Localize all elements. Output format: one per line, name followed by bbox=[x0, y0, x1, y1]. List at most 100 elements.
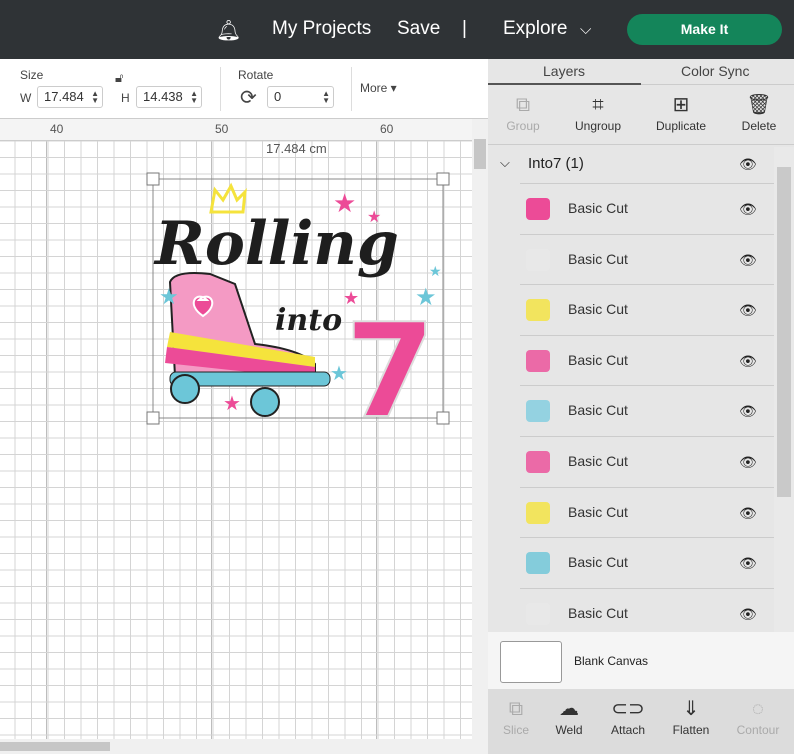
ungroup-button[interactable]: ⌗Ungroup bbox=[563, 91, 633, 133]
tab-layers[interactable]: Layers bbox=[543, 63, 585, 79]
contour-button[interactable]: ◌Contour bbox=[723, 695, 793, 737]
eye-icon[interactable]: 👁︎ bbox=[739, 606, 757, 623]
ungroup-label: Ungroup bbox=[575, 119, 621, 133]
layer-row[interactable]: Basic Cut👁︎ bbox=[520, 436, 774, 487]
eye-icon[interactable]: 👁︎ bbox=[739, 353, 757, 370]
eye-icon[interactable]: 👁︎ bbox=[739, 252, 757, 269]
flatten-label: Flatten bbox=[673, 723, 710, 737]
eye-icon[interactable]: 👁︎ bbox=[739, 403, 757, 420]
save-button[interactable]: Save bbox=[397, 18, 440, 40]
attach-button[interactable]: ⊂⊃Attach bbox=[593, 695, 663, 737]
eye-icon[interactable]: 👁︎ bbox=[739, 302, 757, 319]
my-projects-link[interactable]: My Projects bbox=[272, 18, 371, 40]
lock-icon[interactable]: 🔓︎ bbox=[115, 70, 123, 86]
flatten-button[interactable]: ⇓Flatten bbox=[656, 695, 726, 737]
width-value: 17.484 bbox=[44, 89, 84, 104]
svg-text:★: ★ bbox=[415, 284, 437, 311]
chevron-down-icon[interactable]: ⌵ bbox=[500, 155, 510, 171]
spinner-icon[interactable]: ▲▼ bbox=[322, 90, 330, 104]
duplicate-button[interactable]: ⊞Duplicate bbox=[646, 91, 716, 133]
divider: | bbox=[462, 18, 467, 40]
layer-row[interactable]: Basic Cut 👁︎ bbox=[520, 588, 774, 639]
width-input[interactable]: 17.484 ▲▼ bbox=[37, 86, 103, 108]
ungroup-icon: ⌗ bbox=[563, 91, 633, 119]
group-label: Group bbox=[506, 119, 539, 133]
layer-row[interactable]: Basic Cut👁︎ bbox=[520, 284, 774, 335]
blank-canvas-row[interactable]: Blank Canvas bbox=[488, 632, 794, 689]
contour-icon: ◌ bbox=[723, 695, 793, 723]
rotate-icon[interactable]: ⟳ bbox=[240, 85, 257, 110]
rotate-input[interactable]: 0▲▼ bbox=[267, 86, 334, 108]
group-button[interactable]: ⧉Group bbox=[488, 91, 558, 133]
seven-text: 7 bbox=[345, 295, 435, 426]
size-label: Size bbox=[20, 68, 43, 82]
eye-icon[interactable]: 👁︎ bbox=[739, 505, 757, 522]
layer-row[interactable]: Basic Cut👁︎ bbox=[520, 537, 774, 588]
skate-wheel bbox=[251, 388, 279, 416]
design-artwork[interactable]: Rolling into 7 ★★★★ ★★★★ bbox=[145, 172, 451, 426]
layer-name: Basic Cut bbox=[568, 605, 628, 621]
svg-text:★: ★ bbox=[333, 188, 356, 218]
layer-thumbnail bbox=[520, 190, 556, 228]
eye-icon[interactable]: 👁︎ bbox=[739, 555, 757, 572]
explore-menu[interactable]: Explore bbox=[503, 18, 567, 40]
layer-row[interactable]: Basic Cut 👁︎ bbox=[520, 487, 774, 538]
bell-icon[interactable]: 🔔︎ bbox=[216, 18, 241, 43]
chevron-down-icon[interactable]: ⌵ bbox=[580, 21, 591, 38]
svg-text:★: ★ bbox=[159, 284, 179, 309]
layer-thumbnail bbox=[520, 595, 556, 633]
attach-label: Attach bbox=[611, 723, 645, 737]
resize-handle[interactable] bbox=[437, 173, 449, 185]
layer-row[interactable]: Basic Cut👁︎ bbox=[520, 385, 774, 436]
resize-handle[interactable] bbox=[147, 412, 159, 424]
delete-button[interactable]: 🗑︎Delete bbox=[724, 91, 794, 133]
layer-thumbnail bbox=[520, 241, 556, 279]
eye-icon[interactable]: 👁︎ bbox=[739, 201, 757, 218]
height-input[interactable]: 14.438▲▼ bbox=[136, 86, 202, 108]
spinner-icon[interactable]: ▲▼ bbox=[91, 90, 99, 104]
layer-name: Basic Cut bbox=[568, 200, 628, 216]
spinner-icon[interactable]: ▲▼ bbox=[190, 90, 198, 104]
attach-icon: ⊂⊃ bbox=[593, 695, 663, 723]
eye-icon[interactable]: 👁︎ bbox=[739, 156, 757, 173]
divider bbox=[351, 67, 352, 111]
layer-name: Basic Cut bbox=[568, 352, 628, 368]
svg-text:★: ★ bbox=[343, 288, 359, 308]
canvas-horizontal-scrollbar[interactable] bbox=[0, 739, 488, 754]
into-text: into bbox=[275, 303, 342, 338]
layers-scrollbar[interactable] bbox=[774, 147, 794, 632]
more-menu[interactable]: More ▾ bbox=[360, 81, 397, 95]
eye-icon[interactable]: 👁︎ bbox=[739, 454, 757, 471]
canvas-swatch[interactable] bbox=[500, 641, 562, 683]
group-name: Into7 (1) bbox=[528, 155, 584, 172]
duplicate-icon: ⊞ bbox=[646, 91, 716, 119]
tab-color-sync[interactable]: Color Sync bbox=[681, 63, 749, 79]
canvas-vertical-scrollbar[interactable] bbox=[472, 119, 488, 739]
weld-label: Weld bbox=[555, 723, 582, 737]
bottom-toolbar: ⧉Slice ☁︎Weld ⊂⊃Attach ⇓Flatten ◌Contour bbox=[488, 689, 794, 754]
layer-list: Basic Cut 👁︎ Basic Cut 👁︎ Basic Cut 👁︎ Basic C… bbox=[488, 183, 774, 638]
width-label: W bbox=[20, 91, 31, 105]
layer-row[interactable]: Basic Cut👁︎ bbox=[520, 234, 774, 285]
more-label: More bbox=[360, 81, 387, 95]
ruler-tick: 50 bbox=[215, 122, 228, 136]
delete-label: Delete bbox=[742, 119, 777, 133]
skate-wheel bbox=[171, 375, 199, 403]
contour-label: Contour bbox=[737, 723, 780, 737]
layers-panel: Layers Color Sync ⧉Group ⌗Ungroup ⊞Dupli… bbox=[488, 59, 794, 754]
rolling-text: Rolling bbox=[153, 209, 399, 279]
resize-handle[interactable] bbox=[147, 173, 159, 185]
layer-name: Basic Cut bbox=[568, 504, 628, 520]
layer-row[interactable]: Basic Cut 👁︎ bbox=[520, 183, 774, 234]
trash-icon: 🗑︎ bbox=[724, 91, 794, 119]
divider bbox=[220, 67, 221, 111]
layer-thumbnail bbox=[520, 291, 556, 329]
layer-group[interactable]: ⌵ Into7 (1) 👁︎ bbox=[488, 147, 774, 183]
svg-text:★: ★ bbox=[429, 263, 442, 279]
height-label: H bbox=[121, 91, 130, 105]
resize-handle[interactable] bbox=[437, 412, 449, 424]
layer-row[interactable]: Basic Cut 👁︎ bbox=[520, 335, 774, 386]
make-it-button[interactable]: Make It bbox=[627, 14, 782, 45]
blank-canvas-label: Blank Canvas bbox=[574, 654, 648, 668]
slice-label: Slice bbox=[503, 723, 529, 737]
